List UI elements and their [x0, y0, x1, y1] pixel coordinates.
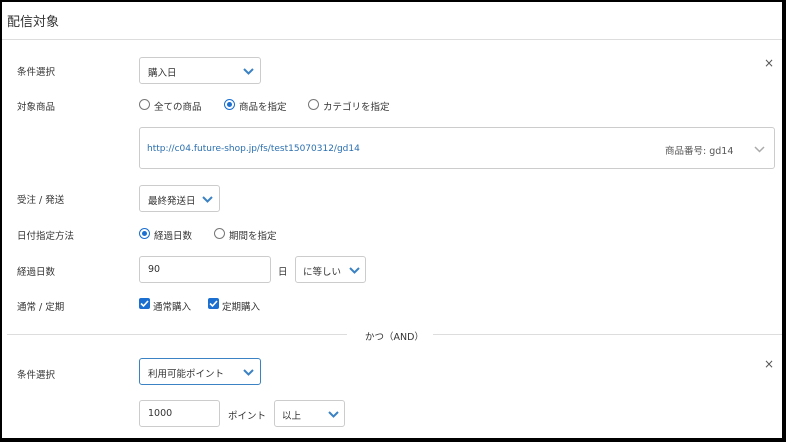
elapsed-days-value: 90: [148, 264, 161, 275]
remove-condition-icon[interactable]: ×: [764, 357, 774, 371]
radio-elapsed-days[interactable]: [139, 228, 150, 239]
elapsed-days-input[interactable]: 90: [139, 256, 271, 283]
check-icon: [209, 300, 218, 308]
condition-select-label: 条件選択: [17, 370, 56, 381]
radio-specify-period[interactable]: [214, 228, 225, 239]
order-shipping-value: 最終発送日: [148, 196, 196, 207]
target-products-label: 対象商品: [17, 102, 56, 113]
delivery-target-panel: 配信対象 条件選択 購入日 × 対象商品 全ての商品 商品を指定 カテゴリを指定…: [2, 2, 782, 438]
condition-select-dropdown[interactable]: 購入日: [139, 57, 261, 84]
product-selector[interactable]: http://c04.future-shop.jp/fs/test1507031…: [139, 127, 775, 169]
check-icon: [140, 300, 149, 308]
chevron-down-icon: [243, 369, 254, 376]
radio-all-products[interactable]: [139, 99, 150, 110]
condition-select-dropdown[interactable]: 利用可能ポイント: [139, 358, 261, 385]
order-shipping-dropdown[interactable]: 最終発送日: [139, 185, 220, 212]
panel-header: 配信対象: [2, 2, 782, 40]
checkbox-regular-purchase[interactable]: [139, 298, 150, 309]
radio-specify-products[interactable]: [224, 99, 235, 110]
purchase-type-label: 通常 / 定期: [17, 302, 65, 313]
separator-line-right: [433, 334, 782, 335]
radio-specify-period-label: 期間を指定: [229, 231, 277, 242]
points-input[interactable]: 1000: [139, 400, 220, 427]
radio-specify-category-label: カテゴリを指定: [323, 102, 390, 113]
chevron-down-icon: [243, 68, 254, 75]
radio-elapsed-days-label: 経過日数: [154, 231, 193, 242]
order-shipping-label: 受注 / 発送: [17, 195, 65, 206]
chevron-down-icon: [328, 411, 339, 418]
points-comparator-dropdown[interactable]: 以上: [274, 400, 345, 427]
checkbox-subscription-purchase-label: 定期購入: [222, 302, 261, 313]
condition-select-label: 条件選択: [17, 67, 56, 78]
radio-specify-category[interactable]: [308, 99, 319, 110]
chevron-down-icon: [349, 267, 360, 274]
condition-select-value: 購入日: [148, 68, 177, 79]
and-separator-label: かつ（AND）: [365, 332, 424, 343]
chevron-down-icon: [754, 146, 765, 153]
panel-title: 配信対象: [7, 15, 60, 30]
checkbox-regular-purchase-label: 通常購入: [153, 302, 192, 313]
product-url-link[interactable]: http://c04.future-shop.jp/fs/test1507031…: [147, 144, 360, 154]
elapsed-days-label: 経過日数: [17, 267, 56, 278]
condition-select-value: 利用可能ポイント: [148, 369, 225, 380]
remove-condition-icon[interactable]: ×: [764, 56, 774, 70]
points-value: 1000: [148, 408, 173, 419]
chevron-down-icon: [202, 196, 213, 203]
points-comparator-value: 以上: [282, 411, 302, 422]
days-comparator-value: に等しい: [303, 267, 342, 278]
date-method-label: 日付指定方法: [17, 231, 75, 242]
separator-line-left: [7, 334, 347, 335]
days-unit: 日: [278, 267, 288, 278]
days-comparator-dropdown[interactable]: に等しい: [295, 256, 366, 283]
radio-all-products-label: 全ての商品: [154, 102, 202, 113]
radio-specify-products-label: 商品を指定: [239, 102, 287, 113]
product-code: 商品番号: gd14: [665, 146, 734, 157]
checkbox-subscription-purchase[interactable]: [208, 298, 219, 309]
points-unit: ポイント: [228, 411, 267, 422]
